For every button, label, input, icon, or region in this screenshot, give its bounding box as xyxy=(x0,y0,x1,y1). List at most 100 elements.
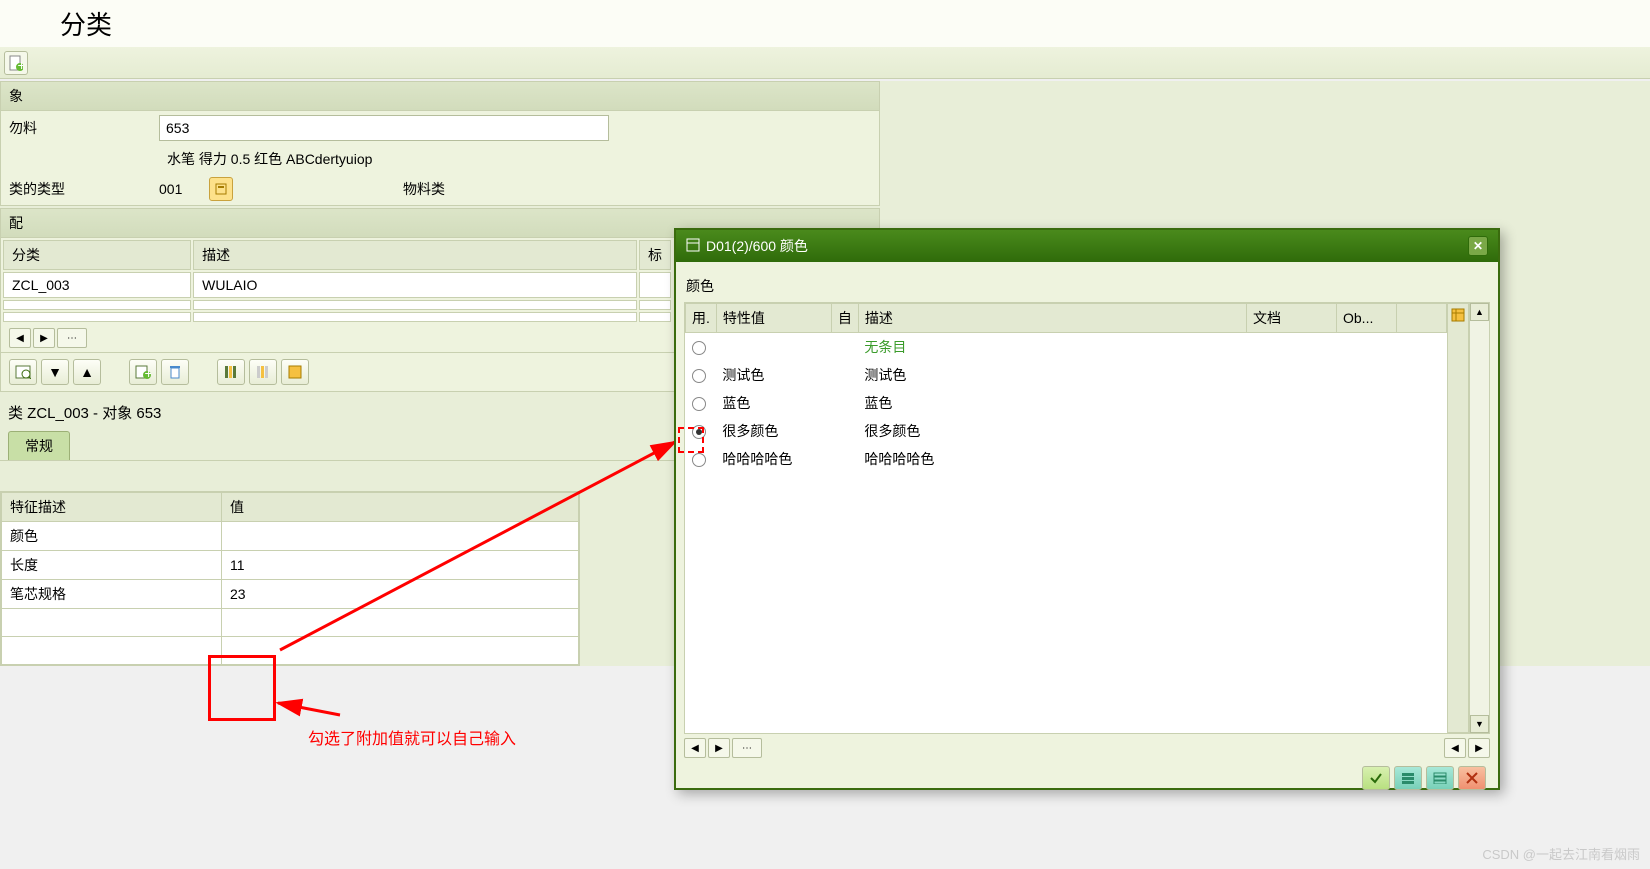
page-title: 分类 xyxy=(0,0,1650,47)
config-button[interactable] xyxy=(281,359,309,385)
table-row[interactable]: ZCL_003 WULAIO xyxy=(3,272,671,298)
char-value-cell: 哈哈哈哈色 xyxy=(716,445,831,473)
char-desc-cell: 长度 xyxy=(2,551,222,580)
table-row[interactable] xyxy=(3,300,671,310)
hscroll-right-icon[interactable]: ▶ xyxy=(708,738,730,758)
class-col-header[interactable]: 分类 xyxy=(3,240,191,270)
characteristics-table: 特征描述 值 颜色 长度 11 笔芯规格 23 xyxy=(1,492,579,665)
table-row[interactable]: 笔芯规格 23 xyxy=(2,580,579,609)
radio-button[interactable] xyxy=(692,453,706,467)
dialog-row[interactable]: 测试色测试色 xyxy=(686,361,1447,389)
material-input[interactable] xyxy=(159,115,609,141)
scroll-down-icon[interactable]: ▼ xyxy=(1470,715,1489,733)
svg-text:+: + xyxy=(18,57,24,71)
material-label: 勿料 xyxy=(9,118,149,138)
std-cell[interactable] xyxy=(639,272,671,298)
char-desc-cell: 很多颜色 xyxy=(858,417,1246,445)
confirm-button[interactable] xyxy=(1362,766,1390,790)
dialog-values-table: 用. 特性值 自 描述 文档 Ob... 无条目测试色测试色蓝色蓝色很多颜色很多… xyxy=(685,303,1447,733)
class-cell[interactable]: ZCL_003 xyxy=(3,272,191,298)
table-row[interactable] xyxy=(2,637,579,665)
detail-button[interactable] xyxy=(9,359,37,385)
class-type-label: 类的类型 xyxy=(9,179,149,199)
dialog-footer xyxy=(684,762,1490,794)
nav-right-icon[interactable]: ▶ xyxy=(33,328,55,348)
watermark: CSDN @一起去江南看烟雨 xyxy=(1482,844,1640,863)
std-col-header[interactable]: 标 xyxy=(639,240,671,270)
table-config-button[interactable] xyxy=(1447,303,1469,733)
nav-more-icon[interactable]: ⋯ xyxy=(57,328,87,348)
class-type-help-button[interactable] xyxy=(209,177,233,201)
char-value-cell[interactable]: 11 xyxy=(222,551,579,580)
object-panel-header: 象 xyxy=(1,82,879,111)
deselect-all-button[interactable] xyxy=(249,359,277,385)
annotation-arrow-2 xyxy=(270,695,350,725)
char-desc-cell: 无条目 xyxy=(858,333,1246,362)
col-sep[interactable]: 自 xyxy=(831,304,858,333)
hscroll-more-icon[interactable]: ⋯ xyxy=(732,738,762,758)
annotation-text: 勾选了附加值就可以自己输入 xyxy=(308,725,516,749)
sort-up-button[interactable]: ▲ xyxy=(73,359,101,385)
sort-down-button[interactable]: ▼ xyxy=(41,359,69,385)
vertical-scrollbar[interactable]: ▲ ▼ xyxy=(1469,303,1489,733)
char-desc-cell: 蓝色 xyxy=(858,389,1246,417)
radio-button[interactable] xyxy=(692,425,706,439)
select-all-button[interactable] xyxy=(217,359,245,385)
app-toolbar: + xyxy=(0,47,1650,79)
char-value-cell: 蓝色 xyxy=(716,389,831,417)
col-desc[interactable]: 描述 xyxy=(858,304,1246,333)
char-value-cell[interactable]: 23 xyxy=(222,580,579,609)
cancel-button[interactable] xyxy=(1458,766,1486,790)
new-row-button[interactable]: + xyxy=(129,359,157,385)
col-extra[interactable] xyxy=(1397,304,1447,333)
horizontal-scroll-left: ◀ ▶ ⋯ ◀ ▶ xyxy=(684,734,1490,762)
class-type-value: 001 xyxy=(159,181,199,197)
radio-button[interactable] xyxy=(692,341,706,355)
radio-button[interactable] xyxy=(692,369,706,383)
table-row[interactable]: 颜色 xyxy=(2,522,579,551)
tab-general[interactable]: 常规 xyxy=(8,431,70,460)
col-ob[interactable]: Ob... xyxy=(1337,304,1397,333)
svg-text:+: + xyxy=(145,365,152,379)
char-value-cell: 很多颜色 xyxy=(716,417,831,445)
char-desc-cell: 颜色 xyxy=(2,522,222,551)
class-table: 分类 描述 标 ZCL_003 WULAIO xyxy=(1,238,673,324)
new-doc-icon[interactable]: + xyxy=(4,51,28,75)
color-dialog: D01(2)/600 颜色 ✕ 颜色 用. 特性值 自 描述 文档 Ob... xyxy=(674,228,1500,790)
dialog-row[interactable]: 无条目 xyxy=(686,333,1447,362)
hscroll-right-icon-2[interactable]: ▶ xyxy=(1468,738,1490,758)
scroll-up-icon[interactable]: ▲ xyxy=(1470,303,1489,321)
desc-col-header[interactable]: 描述 xyxy=(193,240,637,270)
dialog-titlebar[interactable]: D01(2)/600 颜色 ✕ xyxy=(676,230,1498,262)
radio-button[interactable] xyxy=(692,397,706,411)
dialog-icon xyxy=(686,238,700,255)
hscroll-left-icon-2[interactable]: ◀ xyxy=(1444,738,1466,758)
dialog-row[interactable]: 哈哈哈哈色哈哈哈哈色 xyxy=(686,445,1447,473)
char-desc-cell: 笔芯规格 xyxy=(2,580,222,609)
desc-cell[interactable]: WULAIO xyxy=(193,272,637,298)
col-use[interactable]: 用. xyxy=(686,304,717,333)
char-desc-cell: 哈哈哈哈色 xyxy=(858,445,1246,473)
table-row[interactable] xyxy=(3,312,671,322)
char-value-header[interactable]: 值 xyxy=(222,493,579,522)
delete-row-button[interactable] xyxy=(161,359,189,385)
class-type-desc: 物料类 xyxy=(403,179,445,199)
nav-left-icon[interactable]: ◀ xyxy=(9,328,31,348)
dialog-field-label: 颜色 xyxy=(684,270,1490,302)
dialog-title-text: D01(2)/600 颜色 xyxy=(706,236,808,256)
dialog-row[interactable]: 蓝色蓝色 xyxy=(686,389,1447,417)
table-row[interactable]: 长度 11 xyxy=(2,551,579,580)
select-all-button[interactable] xyxy=(1394,766,1422,790)
char-desc-cell: 测试色 xyxy=(858,361,1246,389)
material-description: 水笔 得力 0.5 红色 ABCdertyuiop xyxy=(9,149,372,169)
col-doc[interactable]: 文档 xyxy=(1247,304,1337,333)
char-desc-header[interactable]: 特征描述 xyxy=(2,493,222,522)
dialog-close-button[interactable]: ✕ xyxy=(1468,236,1488,256)
dialog-row[interactable]: 很多颜色很多颜色 xyxy=(686,417,1447,445)
deselect-all-button[interactable] xyxy=(1426,766,1454,790)
col-char-val[interactable]: 特性值 xyxy=(716,304,831,333)
table-row[interactable] xyxy=(2,609,579,637)
hscroll-left-icon[interactable]: ◀ xyxy=(684,738,706,758)
char-value-cell[interactable] xyxy=(222,522,579,551)
char-value-cell: 测试色 xyxy=(716,361,831,389)
